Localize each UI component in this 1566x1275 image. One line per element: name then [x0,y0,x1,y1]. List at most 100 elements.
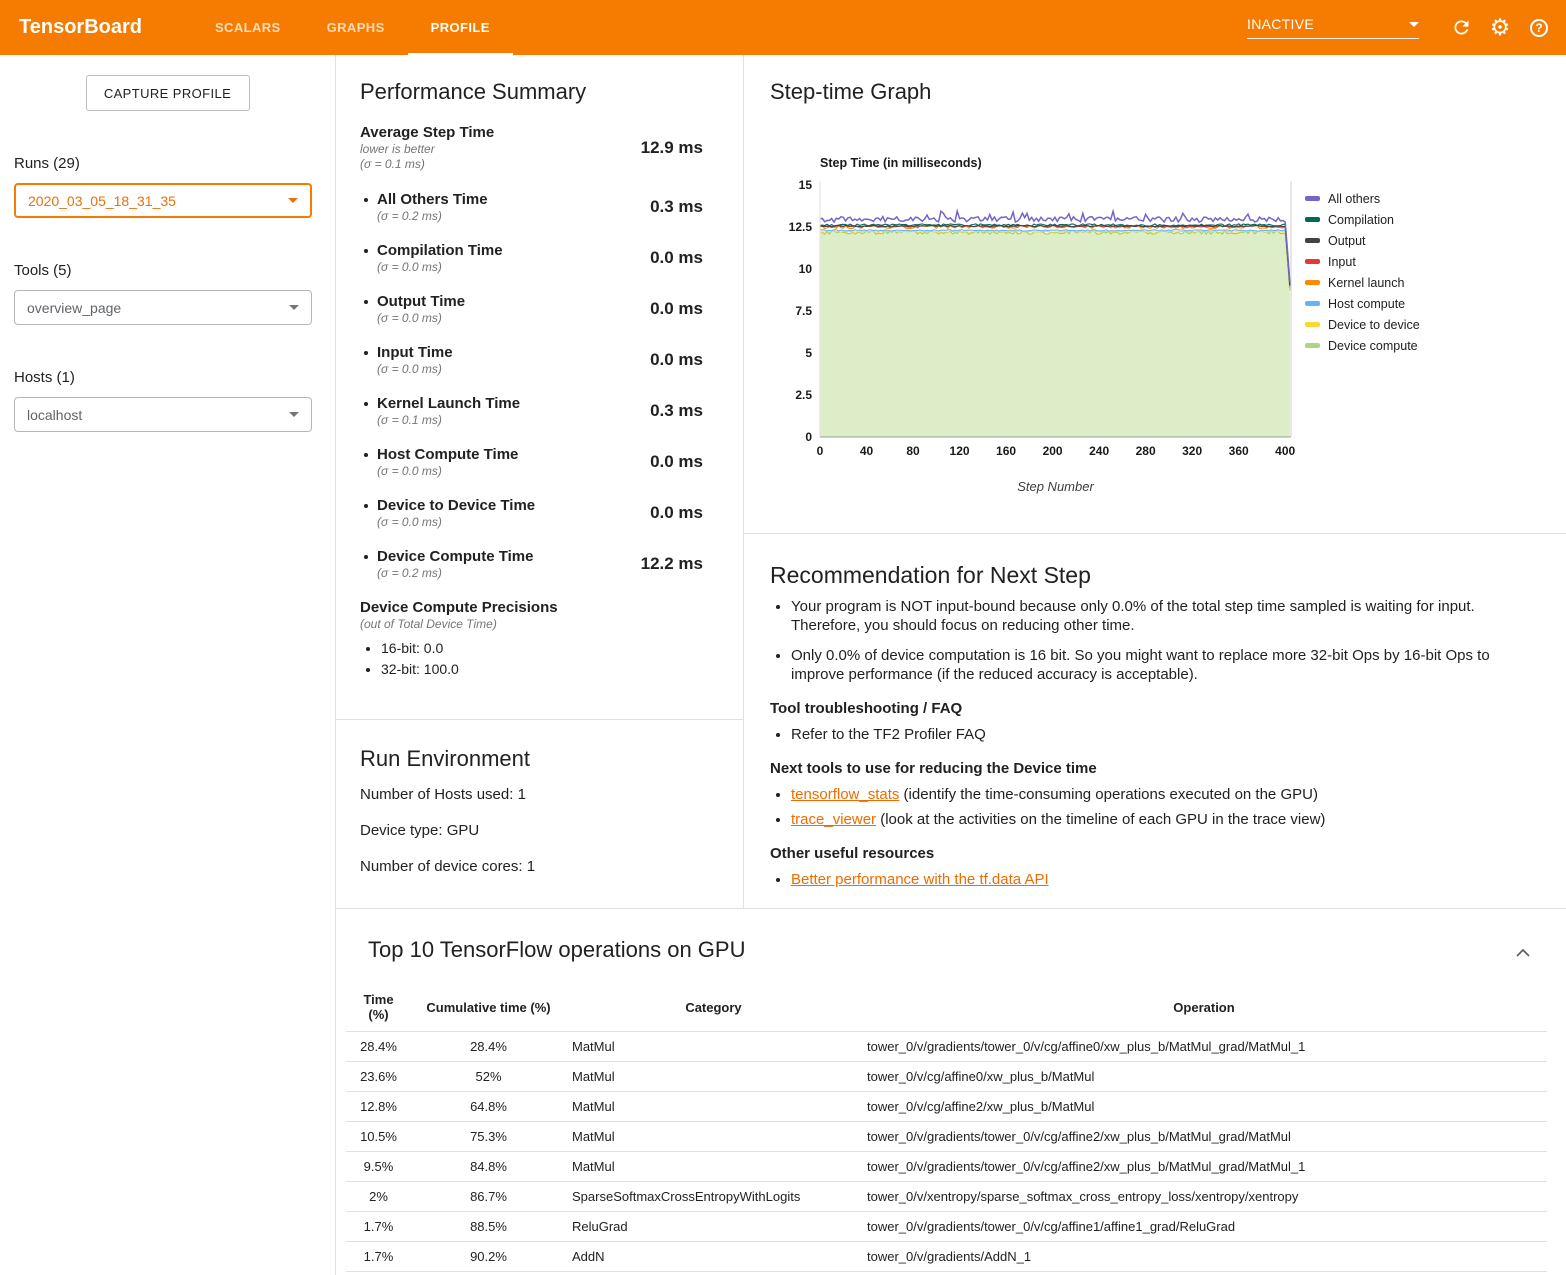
help-icon[interactable]: ? [1526,15,1552,41]
legend-item-device-to-device: Device to device [1305,318,1420,331]
operation-cell: tower_0/v/gradients/tower_0/v/cg/affine2… [861,1122,1547,1152]
metric-sigma: (σ = 0.0 ms) [377,311,650,326]
metric-text: Input Time(σ = 0.0 ms) [377,343,650,377]
metric-text: All Others Time(σ = 0.2 ms) [377,190,650,224]
operation-cell: tower_0/v/gradients/tower_0/v/cg/affine0… [861,1032,1547,1062]
time-cell: 1.7% [346,1212,411,1242]
settings-gear-icon[interactable]: ⚙ [1487,15,1513,41]
svg-text:400: 400 [1275,444,1295,458]
svg-text:360: 360 [1229,444,1249,458]
table-row: 12.8%64.8%MatMultower_0/v/cg/affine2/xw_… [346,1092,1547,1122]
category-cell: MatMul [566,1032,861,1062]
col-time: Time (%) [346,985,411,1032]
run-environment-lines: Number of Hosts used: 1Device type: GPUN… [360,786,719,875]
chart-legend: All othersCompilationOutputInputKernel l… [1305,192,1420,360]
tab-profile[interactable]: PROFILE [408,0,513,55]
svg-text:15: 15 [799,178,813,192]
table-row: 10.5%75.3%MatMultower_0/v/gradients/towe… [346,1122,1547,1152]
legend-swatch [1305,322,1320,327]
bullet-dot [364,300,368,304]
precisions-title: Device Compute Precisions [360,598,703,617]
faq-list: Refer to the TF2 Profiler FAQ [770,725,1536,744]
bullet-dot [364,198,368,202]
table-row: 2%86.7%SparseSoftmaxCrossEntropyWithLogi… [346,1182,1547,1212]
performance-summary-title: Performance Summary [360,79,703,105]
operation-cell: tower_0/v/cg/affine0/xw_plus_b/MatMul [861,1062,1547,1092]
faq-heading: Tool troubleshooting / FAQ [770,700,1536,717]
collapse-chevron-up-icon[interactable] [1512,945,1534,964]
cumulative-cell: 64.8% [411,1092,566,1122]
time-cell: 10.5% [346,1122,411,1152]
svg-text:160: 160 [996,444,1016,458]
next-tool-item: trace_viewer (look at the activities on … [791,810,1536,829]
svg-text:120: 120 [950,444,970,458]
time-cell: 23.6% [346,1062,411,1092]
svg-text:10: 10 [799,262,813,276]
bullet-dot [364,249,368,253]
metric-value: 0.3 ms [650,197,703,217]
top-ops-section: Top 10 TensorFlow operations on GPU Time… [336,909,1566,1275]
status-dropdown-value: INACTIVE [1247,16,1314,32]
svg-text:280: 280 [1136,444,1156,458]
time-cell: 1.7% [346,1272,411,1275]
perf-summary-item: Kernel Launch Time(σ = 0.1 ms)0.3 ms [360,394,703,428]
time-cell: 2% [346,1182,411,1212]
legend-item-output: Output [1305,234,1420,247]
legend-item-kernel-launch: Kernel launch [1305,276,1420,289]
next-tool-desc: (look at the activities on the timeline … [876,811,1325,828]
hosts-dropdown[interactable]: localhost [14,397,312,432]
metric-value: 12.9 ms [641,138,703,158]
cumulative-cell: 88.5% [411,1212,566,1242]
tensorflow-stats-link[interactable]: tensorflow_stats [791,786,899,803]
app-title: TensorBoard [19,16,142,39]
tab-scalars[interactable]: SCALARS [192,0,304,55]
next-tools-heading: Next tools to use for reducing the Devic… [770,760,1536,777]
bullet-dot [364,351,368,355]
metric-sigma: (σ = 0.0 ms) [377,464,650,479]
run-environment-line: Number of Hosts used: 1 [360,786,719,803]
run-environment-title: Run Environment [360,746,719,772]
status-dropdown[interactable]: INACTIVE [1247,16,1419,39]
main-content: Performance Summary Average Step Time lo… [335,55,1566,1275]
metric-label: Kernel Launch Time [377,394,650,413]
legend-label: Compilation [1328,213,1394,227]
refresh-icon[interactable] [1448,15,1474,41]
tools-dropdown[interactable]: overview_page [14,290,312,325]
metric-value: 0.0 ms [650,503,703,523]
metric-label: Output Time [377,292,650,311]
runs-label: Runs (29) [14,155,335,172]
next-tool-item: tensorflow_stats (identify the time-cons… [791,785,1536,804]
svg-text:200: 200 [1043,444,1063,458]
metric-sigma: (σ = 0.2 ms) [377,209,650,224]
precisions-subtitle: (out of Total Device Time) [360,617,703,632]
trace-viewer-link[interactable]: trace_viewer [791,811,876,828]
category-cell: ReluGrad [566,1212,861,1242]
operation-cell: tower_0/v/cg/affine2/xw_plus_b/MatMul [861,1092,1547,1122]
summary-column: Performance Summary Average Step Time lo… [336,55,744,908]
capture-profile-button[interactable]: CAPTURE PROFILE [86,75,250,111]
chevron-down-icon [288,198,298,203]
legend-swatch [1305,301,1320,306]
legend-swatch [1305,280,1320,285]
svg-text:12.5: 12.5 [789,220,813,234]
tab-graphs[interactable]: GRAPHS [304,0,408,55]
chevron-down-icon [1409,22,1419,27]
chevron-down-icon [289,412,299,417]
legend-swatch [1305,343,1320,348]
chart-x-axis-label: Step Number [820,479,1291,494]
metric-sigma: (σ = 0.1 ms) [377,413,650,428]
recommendation-bullets: Your program is NOT input-bound because … [770,597,1536,684]
legend-label: Host compute [1328,297,1405,311]
hosts-dropdown-value: localhost [27,407,82,423]
category-cell: MatMul [566,1092,861,1122]
svg-text:320: 320 [1182,444,1202,458]
metric-sigma: (σ = 0.0 ms) [377,260,650,275]
table-row: 28.4%28.4%MatMultower_0/v/gradients/towe… [346,1032,1547,1062]
table-header-row: Time (%) Cumulative time (%) Category Op… [346,985,1547,1032]
col-cumulative: Cumulative time (%) [411,985,566,1032]
chevron-down-icon [289,305,299,310]
tfdata-performance-link[interactable]: Better performance with the tf.data API [791,871,1049,888]
runs-dropdown[interactable]: 2020_03_05_18_31_35 [14,183,312,218]
tensorboard-app: TensorBoard SCALARS GRAPHS PROFILE INACT… [0,0,1566,1275]
operation-cell: append_apply_gradient_ops/GradientDescen… [861,1272,1547,1275]
